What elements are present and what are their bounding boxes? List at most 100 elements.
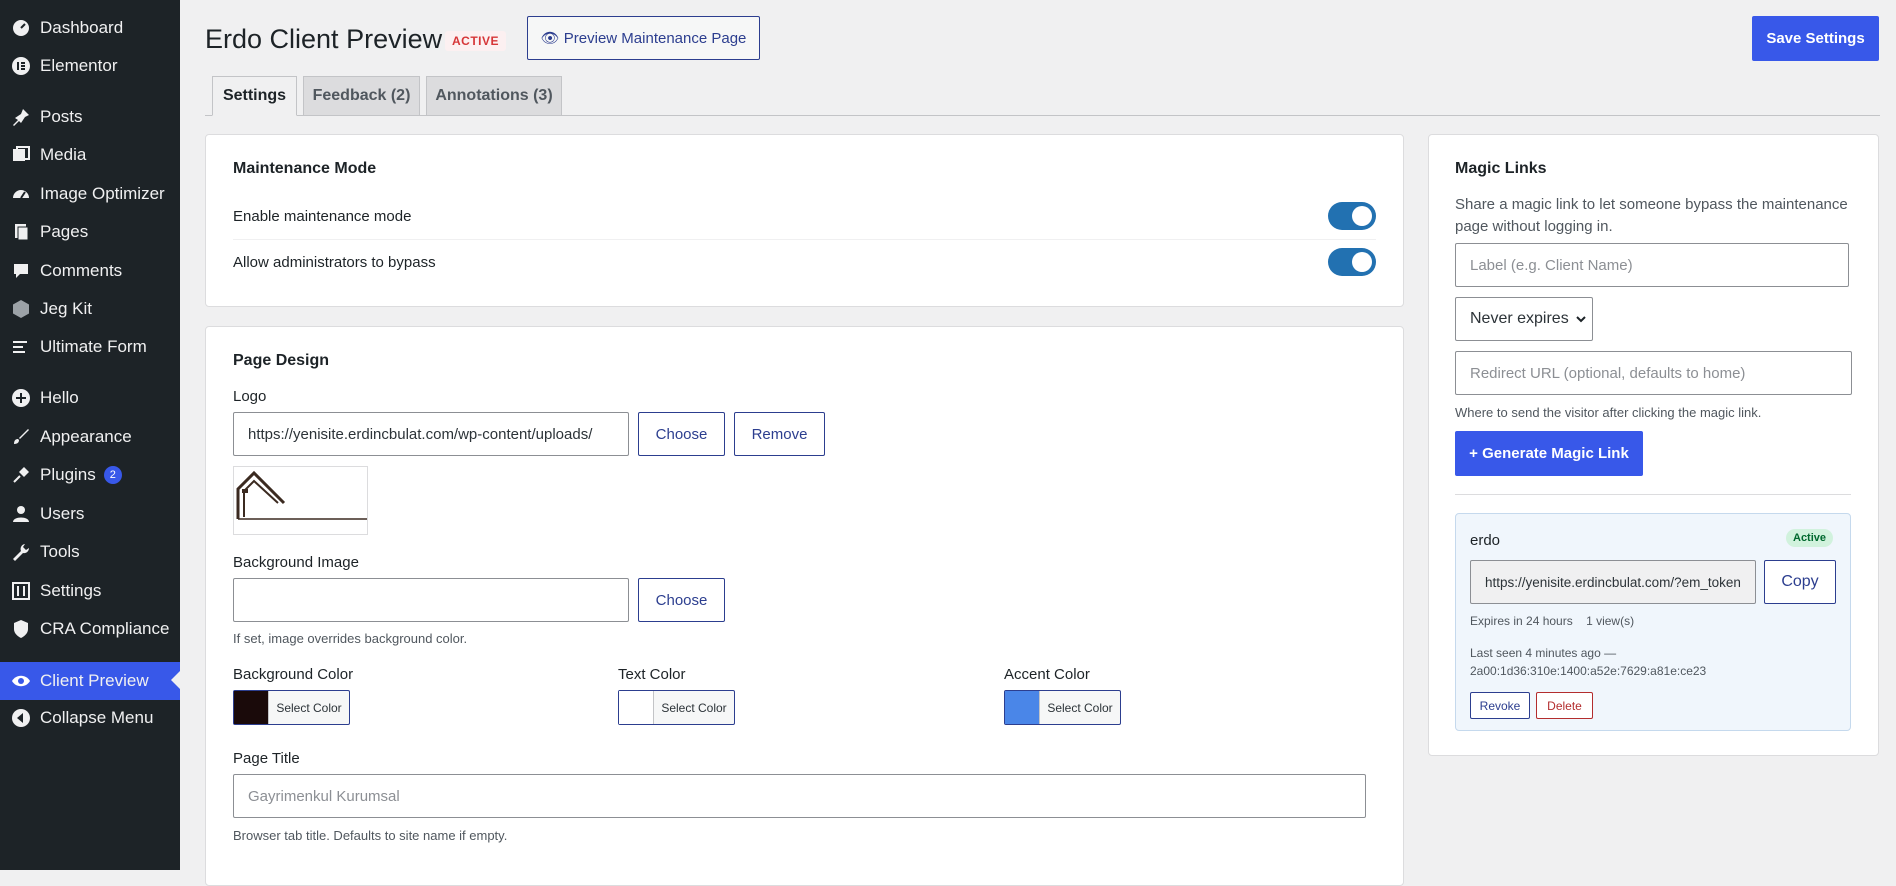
copy-link-button[interactable]: Copy bbox=[1764, 560, 1836, 604]
gauge-icon bbox=[10, 183, 32, 205]
sidebar-item-plugins[interactable]: Plugins 2 bbox=[0, 457, 180, 493]
sidebar-item-label: Ultimate Form bbox=[40, 337, 147, 356]
bg-color-picker[interactable]: Select Color bbox=[233, 690, 350, 725]
bg-color-label: Background Color bbox=[233, 666, 354, 683]
brush-icon bbox=[10, 426, 32, 448]
sidebar-item-image-optimizer[interactable]: Image Optimizer bbox=[0, 176, 180, 212]
enable-maintenance-toggle[interactable] bbox=[1328, 202, 1376, 230]
sidebar-item-pages[interactable]: Pages bbox=[0, 214, 180, 250]
dashboard-icon bbox=[10, 17, 32, 39]
collapse-icon bbox=[10, 707, 32, 729]
form-icon bbox=[10, 336, 32, 358]
pin-icon bbox=[10, 106, 32, 128]
sidebar-item-label: Media bbox=[40, 145, 87, 164]
sidebar-item-settings[interactable]: Settings bbox=[0, 573, 180, 609]
magic-link-expires: Expires in 24 hours bbox=[1470, 614, 1573, 628]
delete-link-button[interactable]: Delete bbox=[1536, 692, 1593, 719]
revoke-link-button[interactable]: Revoke bbox=[1470, 692, 1530, 719]
magic-link-url-field[interactable]: https://yenisite.erdincbulat.com/?em_tok… bbox=[1470, 560, 1756, 604]
tab-settings[interactable]: Settings bbox=[212, 76, 297, 116]
house-logo-icon bbox=[236, 470, 367, 520]
sidebar-item-client-preview[interactable]: Client Preview bbox=[0, 662, 181, 700]
wrench-icon bbox=[10, 541, 32, 563]
sidebar-item-label: Users bbox=[40, 504, 85, 523]
comment-icon bbox=[10, 260, 32, 282]
sidebar-item-posts[interactable]: Posts bbox=[0, 99, 180, 135]
page-title-label: Page Title bbox=[233, 750, 300, 767]
sidebar-item-hello[interactable]: Hello bbox=[0, 380, 180, 416]
accent-color-label: Accent Color bbox=[1004, 666, 1090, 683]
logo-choose-button[interactable]: Choose bbox=[638, 412, 725, 456]
user-icon bbox=[10, 503, 32, 525]
sidebar-item-elementor[interactable]: Elementor bbox=[0, 48, 180, 84]
elementor-icon bbox=[10, 55, 32, 77]
logo-preview bbox=[233, 466, 368, 535]
collapse-menu-button[interactable]: Collapse Menu bbox=[0, 700, 180, 736]
magic-link-label-input[interactable]: Label (e.g. Client Name) bbox=[1455, 243, 1849, 287]
text-color-picker[interactable]: Select Color bbox=[618, 690, 735, 725]
sidebar-item-jeg-kit[interactable]: Jeg Kit bbox=[0, 291, 180, 327]
admin-bypass-label: Allow administrators to bypass bbox=[233, 254, 436, 271]
magic-links-title: Magic Links bbox=[1455, 160, 1547, 177]
shield-icon bbox=[10, 618, 32, 640]
page-title-hint: Browser tab title. Defaults to site name… bbox=[233, 828, 508, 843]
bg-image-choose-button[interactable]: Choose bbox=[638, 578, 725, 622]
admin-bypass-toggle[interactable] bbox=[1328, 248, 1376, 276]
preview-maintenance-button[interactable]: 👁 Preview Maintenance Page bbox=[527, 16, 760, 60]
row-divider bbox=[233, 239, 1376, 240]
bg-image-input[interactable] bbox=[233, 578, 629, 622]
save-settings-button[interactable]: Save Settings bbox=[1752, 16, 1879, 61]
magic-link-views: 1 view(s) bbox=[1586, 614, 1635, 628]
magic-link-expiry: Expires in 24 hours 1 view(s) bbox=[1470, 614, 1634, 628]
expiry-select[interactable]: Never expires bbox=[1455, 297, 1593, 341]
sidebar-item-media[interactable]: Media bbox=[0, 137, 180, 173]
accent-color-swatch bbox=[1005, 691, 1040, 724]
sidebar-item-label: Settings bbox=[40, 581, 102, 600]
enable-maintenance-label: Enable maintenance mode bbox=[233, 208, 412, 225]
page-title-input[interactable]: Gayrimenkul Kurumsal bbox=[233, 774, 1366, 818]
logo-label: Logo bbox=[233, 388, 267, 405]
eye-icon bbox=[10, 670, 32, 692]
sidebar-item-label: Tools bbox=[40, 542, 80, 561]
sidebar-item-tools[interactable]: Tools bbox=[0, 534, 180, 570]
plugins-update-count: 2 bbox=[103, 466, 122, 484]
sidebar-item-appearance[interactable]: Appearance bbox=[0, 419, 180, 455]
chevron-down-icon bbox=[1575, 313, 1587, 325]
hexagon-icon bbox=[10, 298, 32, 320]
expiry-select-value: Never expires bbox=[1470, 310, 1569, 327]
page-title: Erdo Client Preview bbox=[205, 24, 443, 54]
admin-sidebar: Dashboard Elementor Posts Media Image Op… bbox=[0, 0, 181, 870]
select-color-label: Select Color bbox=[661, 700, 727, 715]
sidebar-item-label: Pages bbox=[40, 222, 89, 241]
media-icon bbox=[10, 144, 32, 166]
select-color-label: Select Color bbox=[276, 700, 342, 715]
magic-link-name: erdo bbox=[1470, 532, 1501, 549]
sidebar-item-dashboard[interactable]: Dashboard bbox=[0, 10, 180, 46]
select-color-label: Select Color bbox=[1047, 700, 1113, 715]
sidebar-item-ultimate-form[interactable]: Ultimate Form bbox=[0, 329, 180, 365]
tab-feedback[interactable]: Feedback (2) bbox=[303, 76, 420, 116]
sidebar-item-label: Elementor bbox=[40, 56, 118, 75]
text-color-label: Text Color bbox=[618, 666, 686, 683]
pages-icon bbox=[10, 221, 32, 243]
accent-color-picker[interactable]: Select Color bbox=[1004, 690, 1121, 725]
logo-url-input[interactable]: https://yenisite.erdincbulat.com/wp-cont… bbox=[233, 412, 629, 456]
plus-circle-icon bbox=[10, 387, 32, 409]
sidebar-item-comments[interactable]: Comments bbox=[0, 253, 180, 289]
plug-icon bbox=[10, 464, 32, 486]
sidebar-item-users[interactable]: Users bbox=[0, 496, 180, 532]
sidebar-item-label: Appearance bbox=[40, 427, 132, 446]
generate-magic-link-button[interactable]: + Generate Magic Link bbox=[1455, 431, 1643, 476]
sidebar-item-label: Jeg Kit bbox=[40, 299, 92, 318]
sidebar-item-label: Dashboard bbox=[40, 18, 124, 37]
page-design-title: Page Design bbox=[233, 352, 330, 369]
bg-image-label: Background Image bbox=[233, 554, 359, 571]
sidebar-item-label: CRA Compliance bbox=[40, 619, 170, 638]
sidebar-item-cra-compliance[interactable]: CRA Compliance bbox=[0, 611, 180, 647]
tab-annotations[interactable]: Annotations (3) bbox=[426, 76, 562, 116]
sliders-icon bbox=[10, 580, 32, 602]
magic-link-ip: 2a00:1d36:310e:1400:a52e:7629:a81e:ce23 bbox=[1470, 664, 1707, 678]
logo-remove-button[interactable]: Remove bbox=[734, 412, 825, 456]
sidebar-item-label: Collapse Menu bbox=[40, 708, 154, 727]
redirect-url-input[interactable]: Redirect URL (optional, defaults to home… bbox=[1455, 351, 1852, 395]
